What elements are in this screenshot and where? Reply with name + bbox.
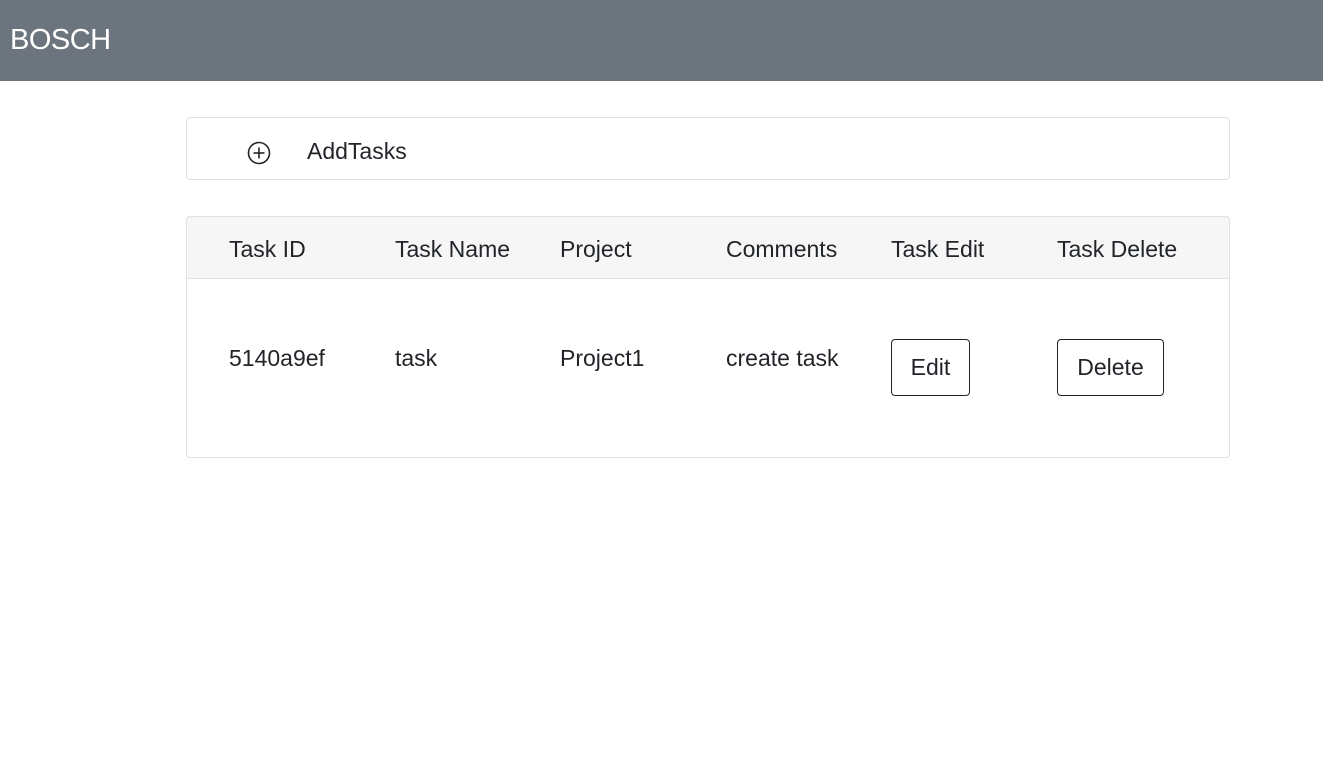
delete-task-button[interactable]: Delete: [1057, 339, 1164, 396]
tasks-table: Task ID Task Name Project Comments Task …: [186, 216, 1230, 458]
cell-task-id: 5140a9ef: [229, 345, 325, 371]
column-header-comments: Comments: [726, 236, 838, 262]
cell-comments: create task: [726, 345, 839, 371]
top-navbar: BOSCH: [0, 0, 1323, 81]
edit-task-button[interactable]: Edit: [891, 339, 970, 396]
column-header-task-delete: Task Delete: [1057, 236, 1178, 262]
table-header-row: Task ID Task Name Project Comments Task …: [187, 217, 1229, 279]
add-tasks-label[interactable]: AddTasks: [307, 137, 407, 165]
column-header-task-edit: Task Edit: [891, 236, 985, 262]
brand-logo-text[interactable]: BOSCH: [10, 22, 111, 58]
cell-project: Project1: [560, 345, 645, 371]
add-tasks-card[interactable]: AddTasks: [186, 117, 1230, 180]
column-header-task-name: Task Name: [395, 236, 511, 262]
plus-circle-icon[interactable]: [247, 141, 271, 165]
column-header-project: Project: [560, 236, 632, 262]
column-header-task-id: Task ID: [229, 236, 306, 262]
cell-task-name: task: [395, 345, 438, 371]
